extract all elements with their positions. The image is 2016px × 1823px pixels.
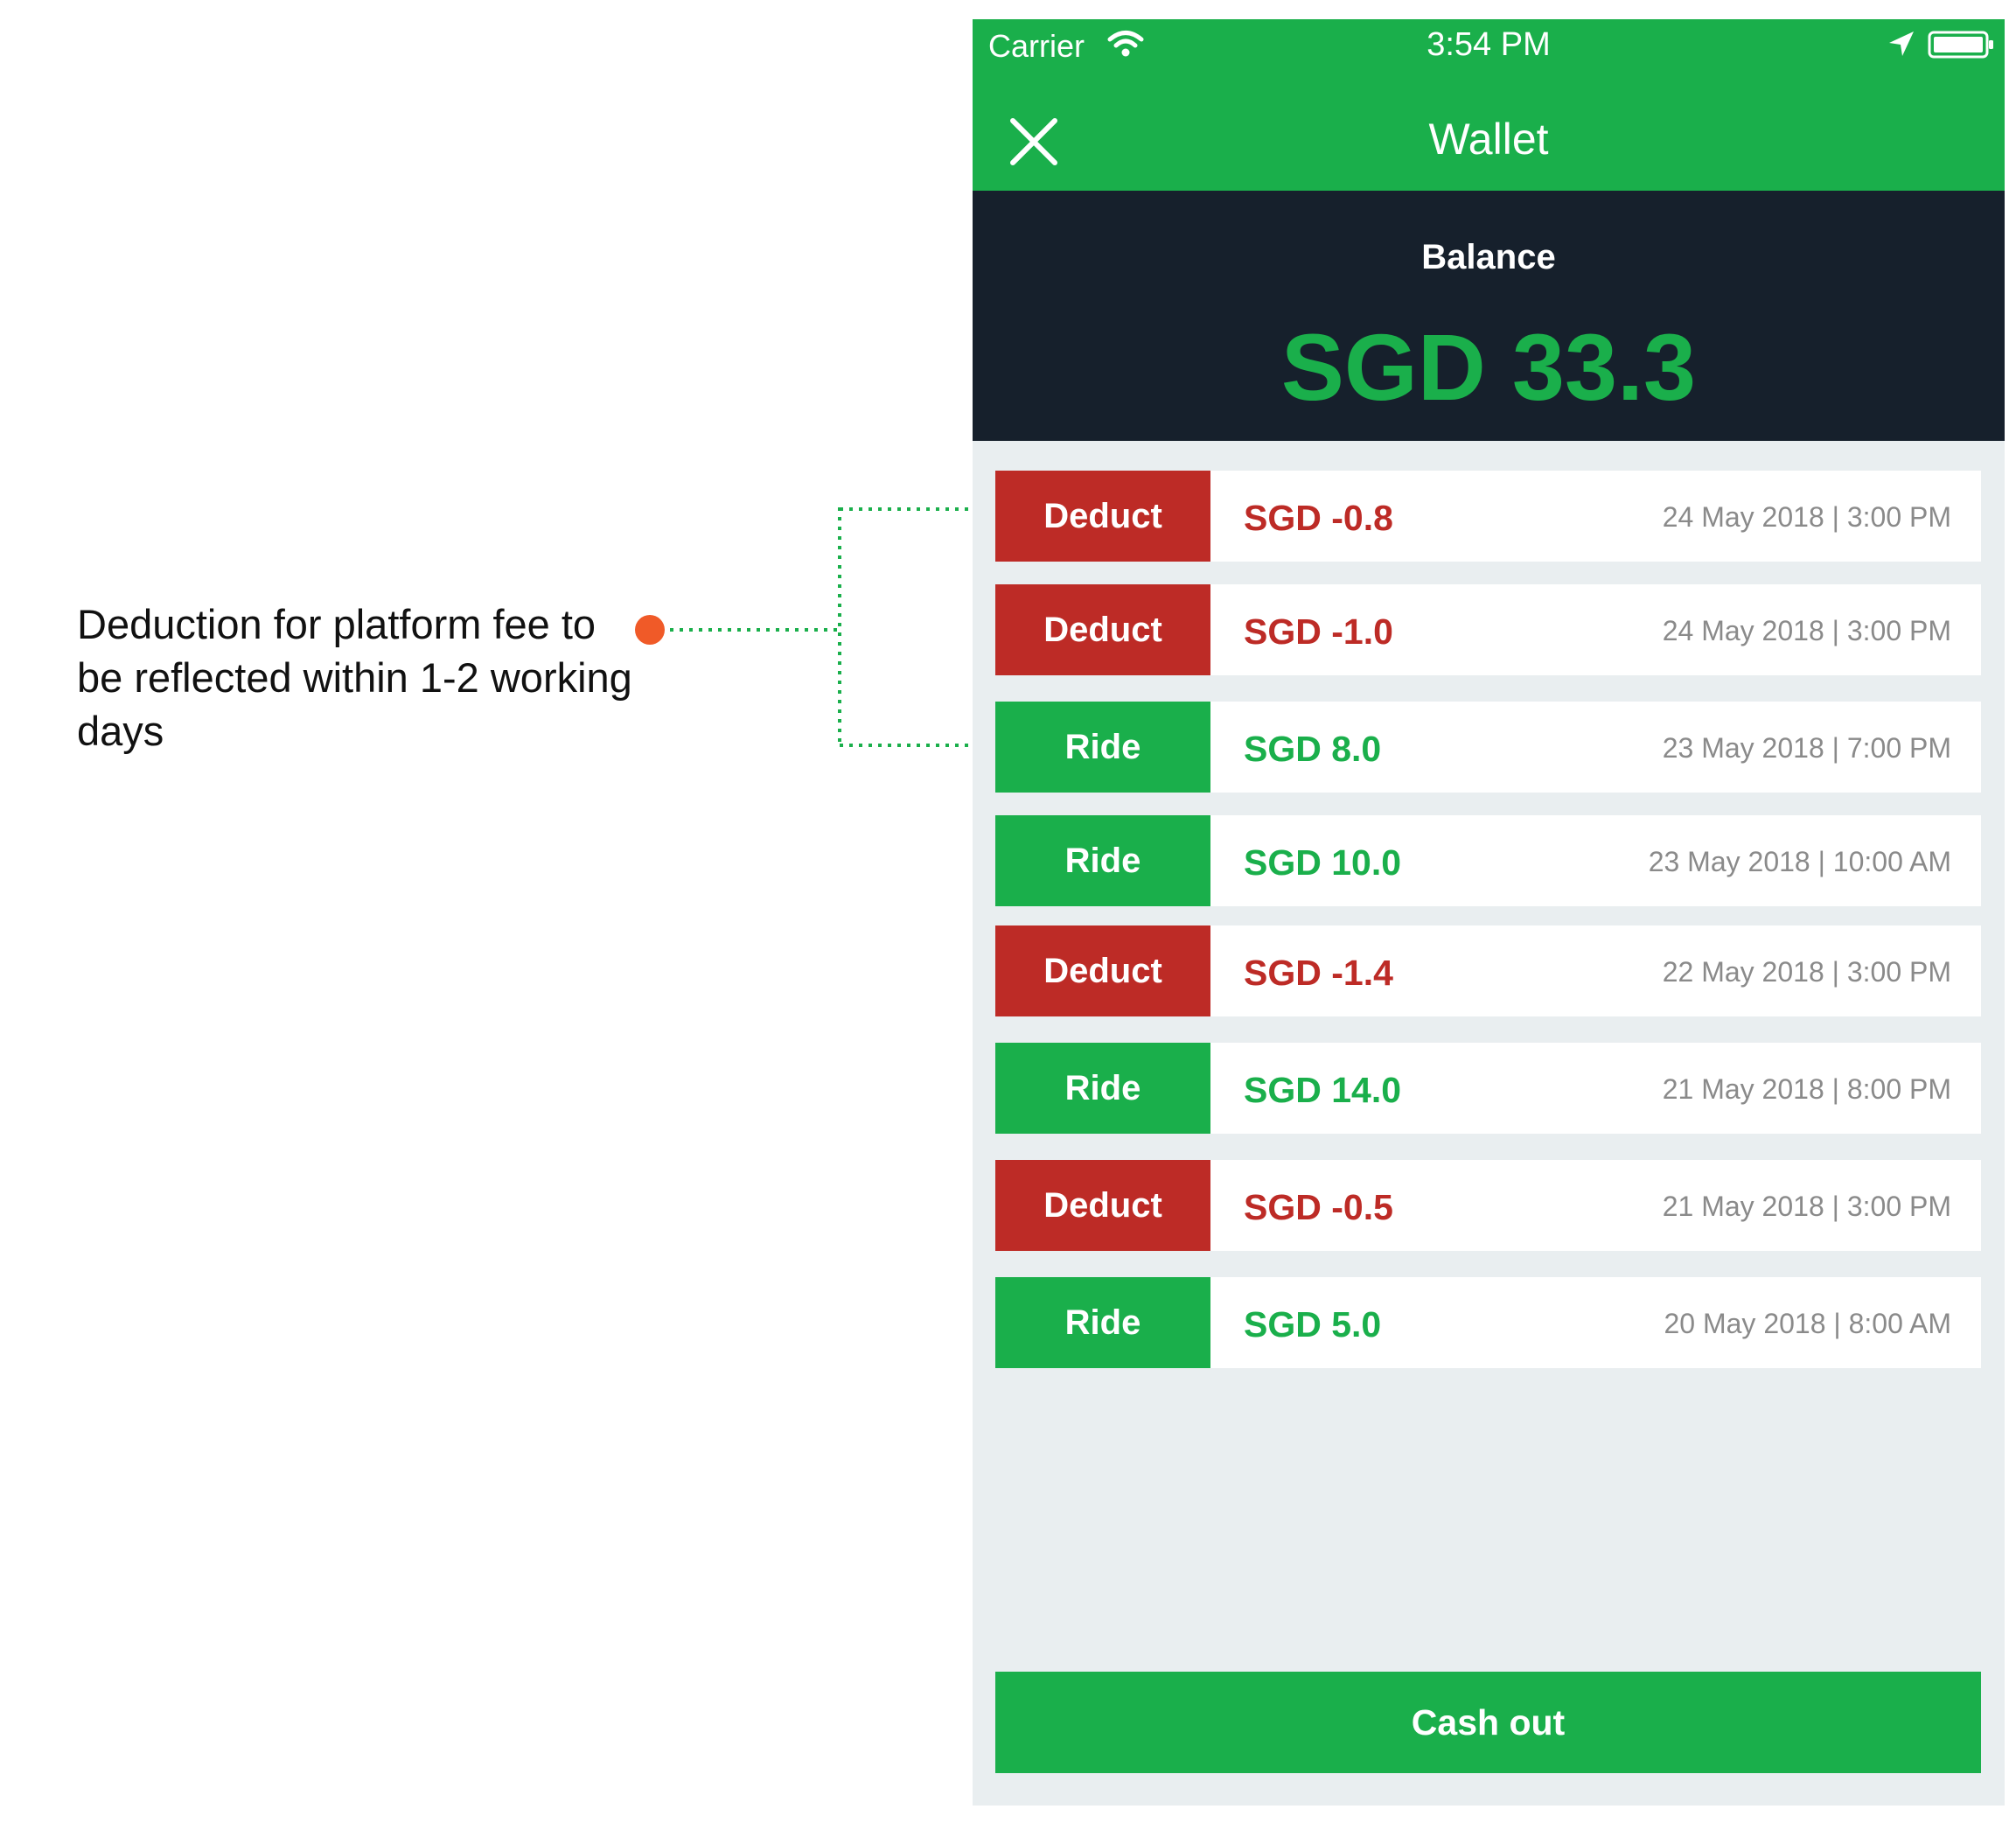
battery-icon — [1928, 31, 1993, 59]
page-title: Wallet — [1428, 115, 1549, 164]
transaction-type-badge[interactable]: Deduct — [995, 1160, 1210, 1251]
transaction-row[interactable]: Ride SGD 14.0 21 May 2018 | 8:00 PM — [995, 1043, 1981, 1134]
nav-bar: Wallet — [973, 86, 2005, 191]
transaction-date: 24 May 2018 | 3:00 PM — [1662, 615, 1951, 646]
phone-screen: Carrier 3:54 PM Wallet Balance SGD 33.3 … — [973, 19, 2005, 1806]
cash-out-button[interactable]: Cash out — [995, 1672, 1981, 1773]
transaction-amount: SGD 5.0 — [1244, 1304, 1382, 1345]
location-arrow-icon — [1889, 31, 1914, 56]
status-bar: Carrier 3:54 PM — [973, 19, 2005, 86]
transaction-amount: SGD 8.0 — [1244, 729, 1382, 769]
transaction-type-badge[interactable]: Ride — [995, 1277, 1210, 1368]
transaction-amount: SGD -1.0 — [1244, 611, 1393, 652]
transaction-amount: SGD -0.8 — [1244, 498, 1393, 538]
transaction-date: 21 May 2018 | 3:00 PM — [1662, 1191, 1951, 1222]
status-time: 3:54 PM — [1427, 26, 1551, 63]
transaction-amount: SGD 14.0 — [1244, 1070, 1402, 1110]
transaction-row[interactable]: Deduct SGD -0.5 21 May 2018 | 3:00 PM — [995, 1160, 1981, 1251]
balance-panel: Balance SGD 33.3 — [973, 191, 2005, 441]
transaction-type-badge[interactable]: Deduct — [995, 584, 1210, 675]
transaction-row[interactable]: Deduct SGD -0.8 24 May 2018 | 3:00 PM — [995, 471, 1981, 562]
transaction-date: 22 May 2018 | 3:00 PM — [1662, 956, 1951, 988]
transaction-type-badge[interactable]: Ride — [995, 1043, 1210, 1134]
transaction-row[interactable]: Ride SGD 5.0 20 May 2018 | 8:00 AM — [995, 1277, 1981, 1368]
transaction-date: 24 May 2018 | 3:00 PM — [1662, 501, 1951, 533]
transaction-amount: SGD -0.5 — [1244, 1187, 1393, 1227]
transaction-row[interactable]: Deduct SGD -1.0 24 May 2018 | 3:00 PM — [995, 584, 1981, 675]
balance-label: Balance — [1421, 238, 1556, 276]
transaction-date: 20 May 2018 | 8:00 AM — [1664, 1308, 1951, 1339]
transaction-amount: SGD 10.0 — [1244, 842, 1402, 883]
transaction-date: 23 May 2018 | 7:00 PM — [1662, 732, 1951, 764]
transaction-amount: SGD -1.4 — [1244, 953, 1393, 993]
transaction-type-badge[interactable]: Ride — [995, 815, 1210, 906]
transaction-row[interactable]: Ride SGD 10.0 23 May 2018 | 10:00 AM — [995, 815, 1981, 906]
transaction-type-badge[interactable]: Deduct — [995, 471, 1210, 562]
transaction-type-badge[interactable]: Deduct — [995, 925, 1210, 1016]
transaction-type-badge[interactable]: Ride — [995, 702, 1210, 793]
transaction-row[interactable]: Deduct SGD -1.4 22 May 2018 | 3:00 PM — [995, 925, 1981, 1016]
balance-amount: SGD 33.3 — [1280, 314, 1697, 420]
transaction-date: 23 May 2018 | 10:00 AM — [1648, 846, 1951, 877]
transaction-row[interactable]: Ride SGD 8.0 23 May 2018 | 7:00 PM — [995, 702, 1981, 793]
transaction-date: 21 May 2018 | 8:00 PM — [1662, 1073, 1951, 1105]
